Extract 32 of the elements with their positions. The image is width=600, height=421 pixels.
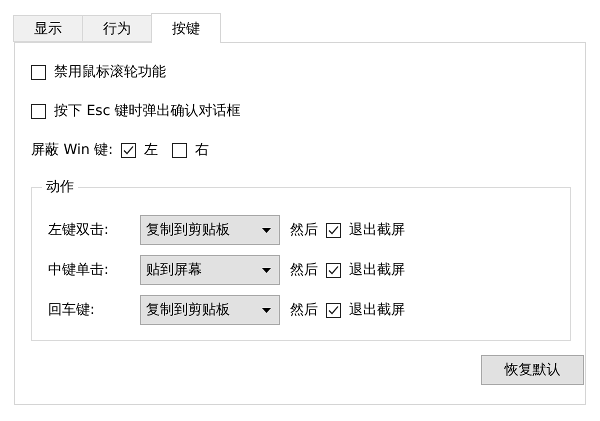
checkbox-label: 禁用鼠标滚轮功能 bbox=[54, 63, 166, 81]
caret-icon bbox=[262, 308, 271, 312]
action-label: 左键双击: bbox=[48, 221, 110, 239]
tab[interactable]: 行为 bbox=[82, 15, 152, 42]
dropdown[interactable]: 复制到剪贴板 bbox=[140, 215, 280, 245]
win-key-label: 屏蔽 Win 键: bbox=[31, 141, 113, 159]
checkbox[interactable] bbox=[326, 262, 341, 278]
action-label: 中键单击: bbox=[48, 261, 110, 279]
dropdown[interactable]: 贴到屏幕 bbox=[140, 255, 280, 285]
checkbox-label: 按下 Esc 键时弹出确认对话框 bbox=[54, 102, 241, 120]
checkbox-label: 退出截屏 bbox=[349, 301, 405, 319]
caret-icon bbox=[262, 268, 271, 272]
then-label: 然后 bbox=[290, 221, 318, 239]
checkbox[interactable] bbox=[31, 104, 46, 118]
checkbox-label: 退出截屏 bbox=[349, 261, 405, 279]
then-label: 然后 bbox=[290, 261, 318, 279]
checkbox[interactable] bbox=[326, 302, 341, 318]
caret-icon bbox=[262, 228, 271, 232]
reset-button[interactable]: 恢复默认 bbox=[481, 355, 584, 385]
checkbox-label: 左 bbox=[144, 141, 158, 159]
tab[interactable]: 按键 bbox=[151, 13, 221, 43]
tab[interactable]: 显示 bbox=[13, 15, 83, 42]
checkbox-label: 退出截屏 bbox=[349, 221, 405, 239]
dropdown[interactable]: 复制到剪贴板 bbox=[140, 295, 280, 325]
checkbox[interactable] bbox=[172, 142, 187, 158]
then-label: 然后 bbox=[290, 301, 318, 319]
group-title: 动作 bbox=[45, 178, 75, 196]
checkbox[interactable] bbox=[31, 64, 46, 80]
action-label: 回车键: bbox=[48, 301, 96, 319]
checkbox[interactable] bbox=[326, 222, 341, 238]
checkbox[interactable] bbox=[120, 142, 136, 158]
checkbox-label: 右 bbox=[194, 141, 209, 159]
